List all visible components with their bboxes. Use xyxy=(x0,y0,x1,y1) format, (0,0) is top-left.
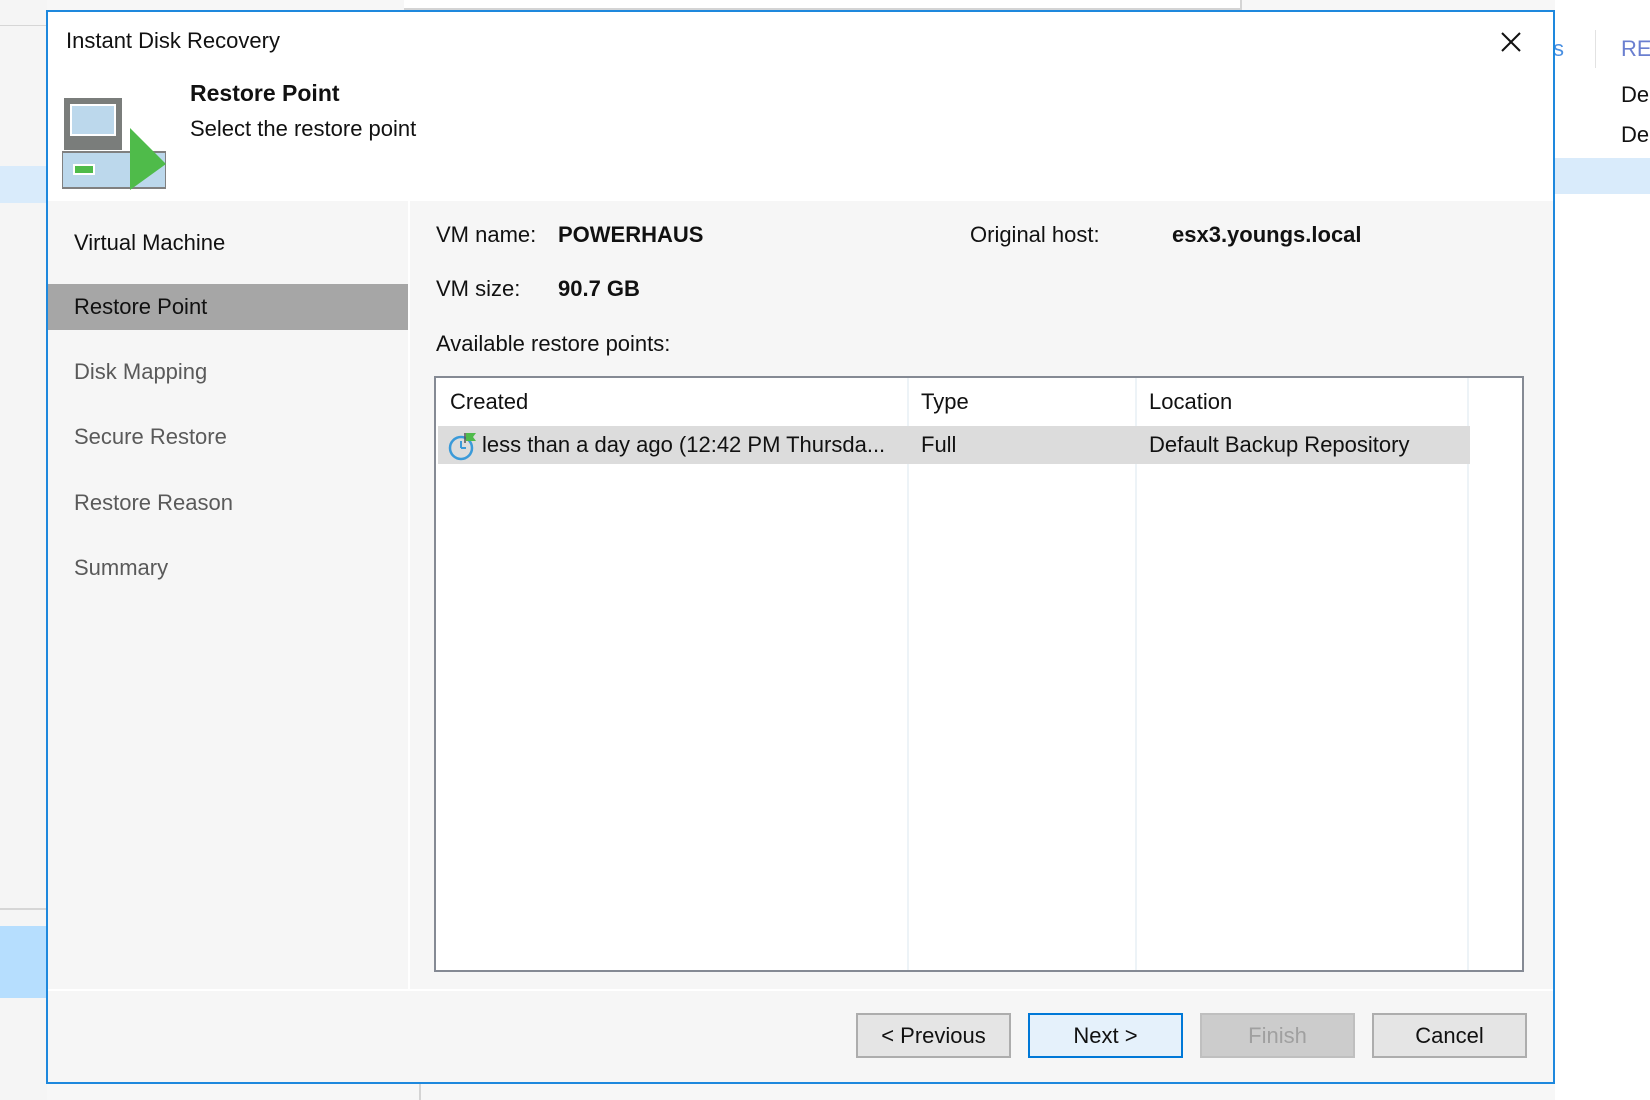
dialog-title: Instant Disk Recovery xyxy=(66,28,280,53)
background-selected-row xyxy=(0,166,47,203)
background-list-item[interactable]: De xyxy=(1621,82,1649,108)
column-divider xyxy=(907,378,909,970)
background-divider xyxy=(0,908,47,910)
finish-button: Finish xyxy=(1200,1013,1355,1058)
step-subtitle: Select the restore point xyxy=(190,116,417,141)
step-title: Restore Point xyxy=(190,80,340,106)
wizard-steps-sidebar: Virtual Machine Restore Point Disk Mappi… xyxy=(48,201,408,989)
row-location: Default Backup Repository xyxy=(1149,432,1410,457)
close-button[interactable] xyxy=(1497,28,1525,56)
close-icon xyxy=(1501,32,1521,52)
table-row[interactable]: less than a day ago (12:42 PM Thursda...… xyxy=(438,426,1470,464)
column-divider xyxy=(1135,378,1137,970)
instant-disk-recovery-dialog: Instant Disk Recovery Restore Point Sele… xyxy=(46,10,1555,1084)
column-header-location[interactable]: Location xyxy=(1149,378,1232,426)
background-divider xyxy=(419,1082,421,1100)
step-disk-mapping[interactable]: Disk Mapping xyxy=(48,349,408,395)
background-selected-item xyxy=(0,926,47,998)
previous-button[interactable]: < Previous xyxy=(856,1013,1011,1058)
step-restore-point[interactable]: Restore Point xyxy=(48,284,408,330)
background-top-panel xyxy=(404,0,1242,10)
available-restore-points-label: Available restore points: xyxy=(436,331,671,356)
row-created: less than a day ago (12:42 PM Thursda... xyxy=(482,432,886,457)
restore-point-panel: VM name: POWERHAUS Original host: esx3.y… xyxy=(410,201,1553,989)
column-header-type[interactable]: Type xyxy=(921,378,969,426)
restore-point-clock-flag-icon xyxy=(448,433,476,461)
disk-restore-icon xyxy=(62,98,166,190)
column-header-created[interactable]: Created xyxy=(450,378,528,426)
background-separator xyxy=(1595,30,1596,68)
background-divider xyxy=(0,25,47,26)
row-type: Full xyxy=(921,432,957,457)
background-column-header[interactable]: REI xyxy=(1621,36,1650,62)
vm-size-label: VM size: xyxy=(436,276,521,301)
background-list-item[interactable]: De xyxy=(1621,122,1649,148)
background-selected-row xyxy=(1555,158,1650,194)
wizard-header: Instant Disk Recovery Restore Point Sele… xyxy=(48,12,1553,201)
cancel-button[interactable]: Cancel xyxy=(1372,1013,1527,1058)
next-button[interactable]: Next > xyxy=(1028,1013,1183,1058)
column-divider xyxy=(1467,378,1469,970)
restore-points-table[interactable]: Created Type Location less than a day ag… xyxy=(434,376,1524,972)
step-virtual-machine[interactable]: Virtual Machine xyxy=(48,220,408,266)
step-secure-restore[interactable]: Secure Restore xyxy=(48,414,408,460)
original-host-value: esx3.youngs.local xyxy=(1172,222,1362,247)
original-host-label: Original host: xyxy=(970,222,1100,247)
step-restore-reason[interactable]: Restore Reason xyxy=(48,480,408,526)
vm-name-value: POWERHAUS xyxy=(558,222,704,247)
step-summary[interactable]: Summary xyxy=(48,545,408,591)
vm-name-label: VM name: xyxy=(436,222,537,247)
footer-divider xyxy=(48,989,1553,991)
vm-size-value: 90.7 GB xyxy=(558,276,640,301)
